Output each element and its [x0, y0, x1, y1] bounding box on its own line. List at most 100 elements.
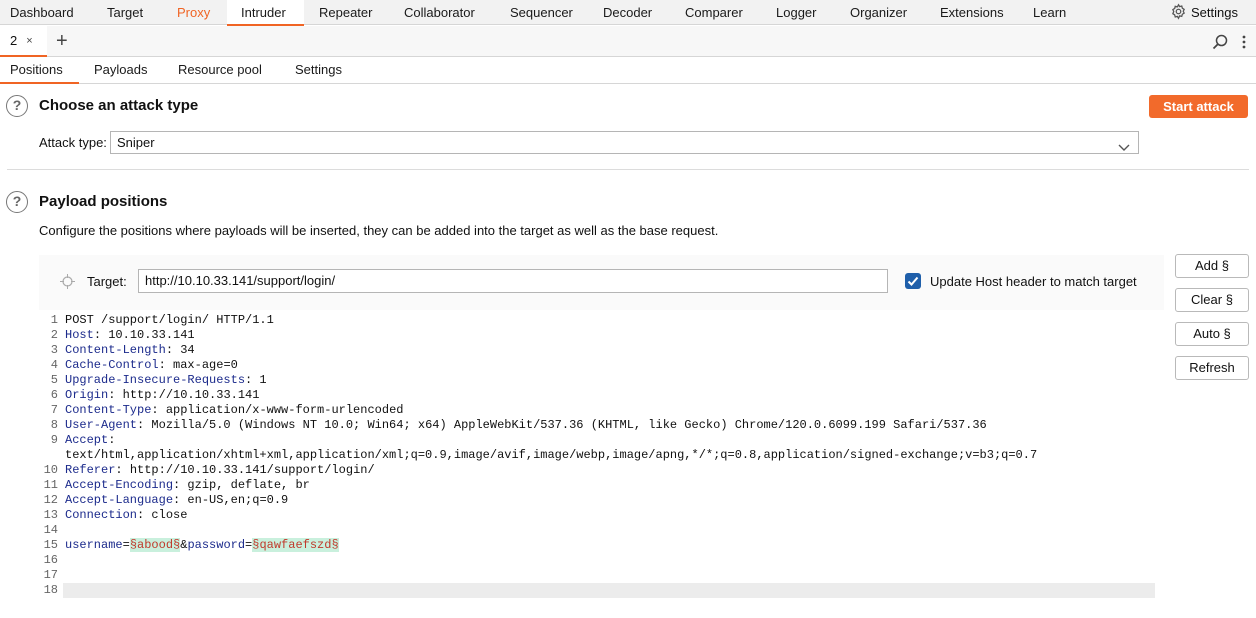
search-icon[interactable]	[1212, 34, 1228, 53]
header-key: Content-Length	[65, 343, 166, 357]
line-number: 3	[50, 343, 58, 357]
tab-proxy[interactable]: Proxy	[177, 0, 210, 25]
attack-type-select[interactable]: Sniper	[110, 131, 1139, 154]
header-value: 34	[173, 343, 195, 357]
tab-payloads[interactable]: Payloads	[94, 58, 147, 84]
attack-type-value: Sniper	[117, 135, 155, 150]
line-number: 4	[50, 358, 58, 372]
tab-learn[interactable]: Learn	[1033, 0, 1066, 25]
line-number: 15	[43, 538, 58, 552]
tab-decoder[interactable]: Decoder	[603, 0, 652, 25]
header-value: http://10.10.33.141/support/login/	[122, 463, 375, 477]
current-line-highlight	[63, 583, 1155, 598]
instance-tab-row: 2 × +	[0, 26, 1256, 57]
update-host-label: Update Host header to match target	[930, 274, 1137, 289]
payload-positions-description: Configure the positions where payloads w…	[39, 223, 719, 238]
request-editor[interactable]: 1 2 3 4 5 6 7 8 9 10 11 12 13 14 15 16 1…	[39, 310, 1164, 618]
payload-positions-heading: Payload positions	[39, 193, 168, 210]
header-key: Origin	[65, 388, 109, 402]
request-body-line: username=§abood§&password=§qawfaefszd§	[65, 538, 339, 553]
target-input[interactable]: http://10.10.33.141/support/login/	[138, 269, 888, 293]
settings-label: Settings	[1191, 5, 1238, 20]
header-value: en-US,en;q=0.9	[180, 493, 289, 507]
line-number: 12	[43, 493, 58, 507]
line-number: 18	[43, 583, 58, 597]
param-key: username	[65, 538, 123, 552]
line-number: 2	[50, 328, 58, 342]
help-icon[interactable]: ?	[6, 95, 28, 117]
settings-button[interactable]: Settings	[1170, 0, 1238, 25]
payload-marker[interactable]: §abood§	[129, 538, 181, 552]
tab-resource-pool[interactable]: Resource pool	[178, 58, 262, 84]
line-number: 8	[50, 418, 58, 432]
header-key: Cache-Control	[65, 358, 159, 372]
header-line: Upgrade-Insecure-Requests: 1	[65, 373, 267, 387]
line-number: 16	[43, 553, 58, 567]
auto-markers-button[interactable]: Auto §	[1175, 322, 1249, 346]
header-line: Connection: close	[65, 508, 188, 522]
tab-intruder[interactable]: Intruder	[227, 0, 304, 26]
tab-sequencer[interactable]: Sequencer	[510, 0, 573, 25]
tab-repeater[interactable]: Repeater	[319, 0, 372, 25]
header-value: 1	[252, 373, 267, 387]
instance-tab[interactable]: 2 ×	[0, 26, 47, 57]
header-value-wrapped: text/html,application/xhtml+xml,applicat…	[65, 448, 1038, 462]
target-label: Target:	[87, 274, 127, 289]
header-line: Accept:	[65, 433, 116, 447]
tab-settings[interactable]: Settings	[295, 58, 342, 84]
tab-positions[interactable]: Positions	[0, 58, 79, 84]
update-host-checkbox[interactable]	[905, 273, 921, 289]
help-icon[interactable]: ?	[6, 191, 28, 213]
header-line: Host: 10.10.33.141	[65, 328, 195, 342]
header-key: Referer	[65, 463, 116, 477]
payload-marker[interactable]: §qawfaefszd§	[252, 538, 339, 552]
section-divider	[7, 169, 1249, 170]
line-number: 5	[50, 373, 58, 387]
header-key: Accept-Encoding	[65, 478, 174, 492]
param-key: password	[187, 538, 246, 552]
header-key: Connection	[65, 508, 138, 522]
add-tab-icon[interactable]: +	[56, 30, 68, 52]
header-line: Origin: http://10.10.33.141	[65, 388, 260, 402]
start-attack-button[interactable]: Start attack	[1149, 95, 1248, 118]
line-number: 6	[50, 388, 58, 402]
tab-organizer[interactable]: Organizer	[850, 0, 907, 25]
close-icon[interactable]: ×	[26, 35, 32, 47]
line-number: 14	[43, 523, 58, 537]
line-number: 7	[50, 403, 58, 417]
header-key: Accept	[65, 433, 109, 447]
top-nav: Dashboard Target Proxy Intruder Repeater…	[0, 0, 1256, 26]
header-key: Host	[65, 328, 94, 342]
tab-dashboard[interactable]: Dashboard	[10, 0, 74, 25]
header-value: 10.10.33.141	[101, 328, 195, 342]
line-number: 11	[43, 478, 58, 492]
line-number: 9	[50, 433, 58, 447]
header-value: close	[144, 508, 188, 522]
tab-target[interactable]: Target	[107, 0, 143, 25]
attack-type-label: Attack type:	[39, 135, 107, 150]
header-value: http://10.10.33.141	[115, 388, 260, 402]
header-line: Accept-Language: en-US,en;q=0.9	[65, 493, 289, 507]
refresh-button[interactable]: Refresh	[1175, 356, 1249, 380]
equals-sign: =	[122, 538, 130, 552]
header-line: Cache-Control: max-age=0	[65, 358, 238, 372]
tab-collaborator[interactable]: Collaborator	[404, 0, 475, 25]
tab-comparer[interactable]: Comparer	[685, 0, 743, 25]
header-value: application/x-www-form-urlencoded	[158, 403, 404, 417]
header-line: Accept-Encoding: gzip, deflate, br	[65, 478, 310, 492]
attack-type-heading: Choose an attack type	[39, 97, 199, 114]
add-marker-button[interactable]: Add §	[1175, 254, 1249, 278]
gear-icon	[1170, 2, 1187, 23]
header-value: Mozilla/5.0 (Windows NT 10.0; Win64; x64…	[144, 418, 987, 432]
more-options-icon[interactable]	[1242, 35, 1246, 52]
line-number: 10	[43, 463, 58, 477]
tab-logger[interactable]: Logger	[776, 0, 816, 25]
header-value: max-age=0	[165, 358, 238, 372]
header-key: Content-Type	[65, 403, 152, 417]
clear-markers-button[interactable]: Clear §	[1175, 288, 1249, 312]
checkmark-icon	[907, 276, 919, 286]
line-number: 13	[43, 508, 58, 522]
tab-extensions[interactable]: Extensions	[940, 0, 1004, 25]
header-line: Content-Length: 34	[65, 343, 195, 357]
header-line: User-Agent: Mozilla/5.0 (Windows NT 10.0…	[65, 418, 987, 432]
